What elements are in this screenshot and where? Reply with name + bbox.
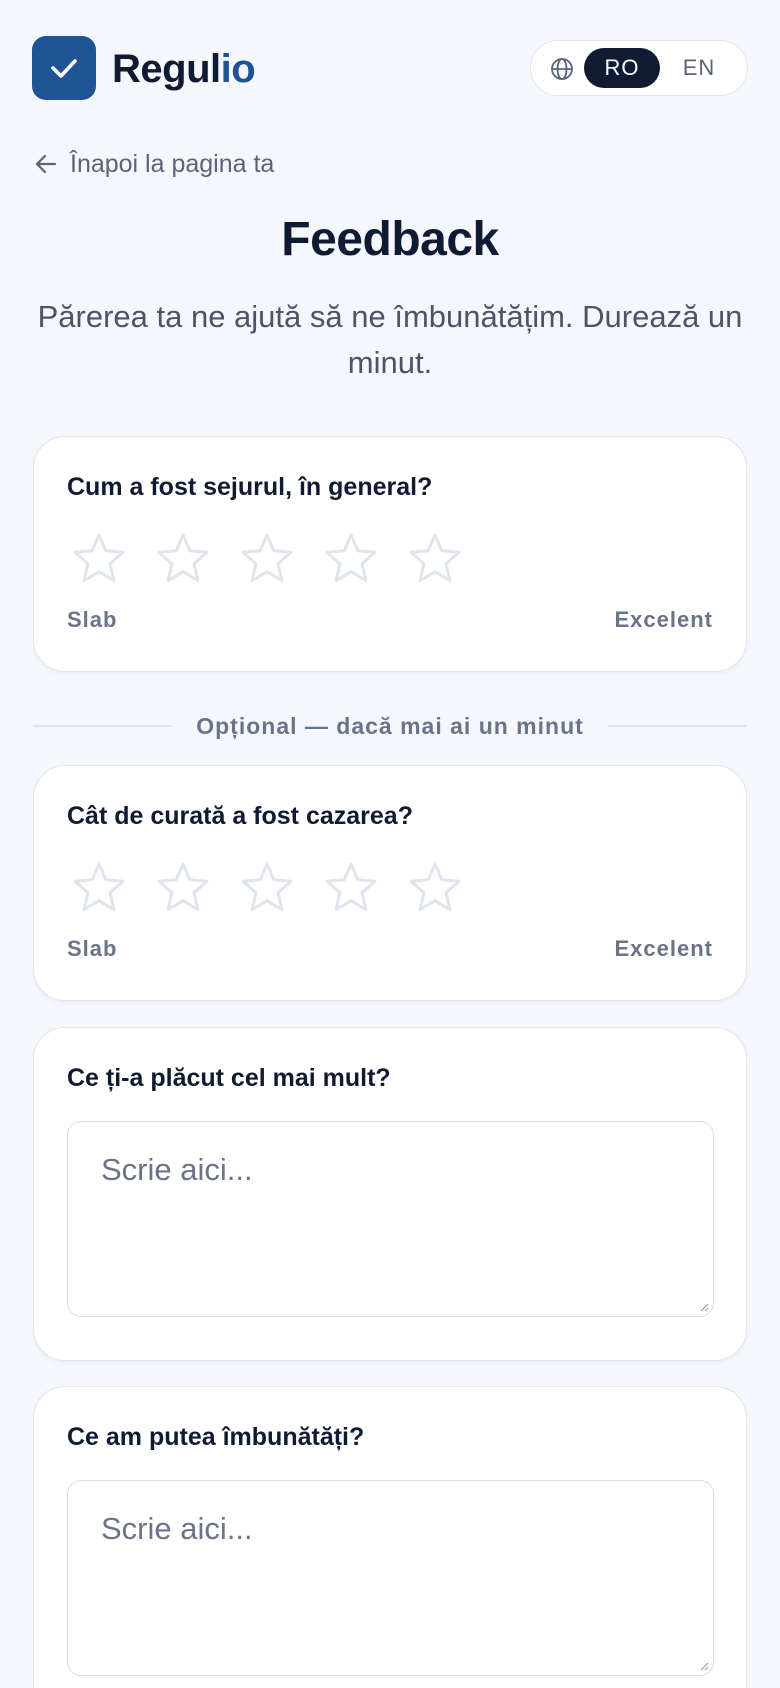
optional-divider-label: Opțional — dacă mai ai un minut: [196, 712, 584, 739]
language-option-ro[interactable]: RO: [584, 48, 660, 88]
brand-name-accent: io: [220, 47, 256, 91]
improve-placeholder: Scrie aici...: [101, 1511, 253, 1546]
star-icon[interactable]: [406, 531, 464, 587]
star-icon[interactable]: [322, 531, 380, 587]
resize-grip-icon[interactable]: [699, 1661, 709, 1671]
globe-icon: [551, 58, 573, 80]
liked-most-question: Ce ți-a plăcut cel mai mult?: [67, 1064, 391, 1092]
cleanliness-star-rating: [70, 860, 464, 916]
star-icon[interactable]: [154, 531, 212, 587]
page-subtitle: Părerea ta ne ajută să ne îmbunătățim. D…: [37, 299, 743, 380]
overall-rating-question: Cum a fost sejurul, în general?: [67, 473, 433, 501]
back-link[interactable]: Înapoi la pagina ta: [34, 146, 274, 182]
brand-name: Regulio: [112, 44, 256, 94]
optional-divider: Opțional — dacă mai ai un minut: [33, 712, 748, 740]
cleanliness-rating-card: Cât de curată a fost cazarea? Slab Excel…: [33, 765, 747, 1001]
arrow-left-icon: [35, 154, 57, 174]
app-header: Regulio RO EN: [32, 36, 748, 100]
star-icon[interactable]: [70, 531, 128, 587]
star-icon[interactable]: [154, 860, 212, 916]
feedback-page: Regulio RO EN Înapoi la pagina ta Feedba…: [0, 0, 780, 1688]
checkmark-icon: [51, 59, 77, 78]
liked-most-card: Ce ți-a plăcut cel mai mult? Scrie aici.…: [33, 1027, 747, 1361]
language-switcher: RO EN: [530, 40, 748, 96]
star-icon[interactable]: [406, 860, 464, 916]
scale-low-label: Slab: [67, 936, 118, 961]
liked-most-placeholder: Scrie aici...: [101, 1152, 253, 1187]
overall-star-rating: [70, 531, 464, 587]
page-title: Feedback: [281, 213, 499, 266]
scale-high-label: Excelent: [614, 936, 713, 961]
back-link-label: Înapoi la pagina ta: [70, 149, 275, 178]
logo-badge: [32, 36, 96, 100]
scale-low-label: Slab: [67, 607, 118, 632]
liked-most-textarea[interactable]: Scrie aici...: [67, 1121, 714, 1317]
improve-textarea[interactable]: Scrie aici...: [67, 1480, 714, 1676]
resize-grip-icon[interactable]: [699, 1302, 709, 1312]
brand-name-main: Regul: [112, 47, 221, 91]
scale-high-label: Excelent: [614, 607, 713, 632]
cleanliness-rating-question: Cât de curată a fost cazarea?: [67, 802, 413, 830]
overall-rating-card: Cum a fost sejurul, în general? Slab Exc…: [33, 436, 747, 672]
improve-card: Ce am putea îmbunătăți? Scrie aici...: [33, 1386, 747, 1688]
improve-question: Ce am putea îmbunătăți?: [67, 1423, 365, 1451]
divider-line: [33, 725, 173, 727]
star-icon[interactable]: [238, 860, 296, 916]
star-icon[interactable]: [70, 860, 128, 916]
star-icon[interactable]: [238, 531, 296, 587]
star-icon[interactable]: [322, 860, 380, 916]
language-option-en[interactable]: EN: [661, 48, 737, 88]
divider-line: [607, 725, 748, 727]
